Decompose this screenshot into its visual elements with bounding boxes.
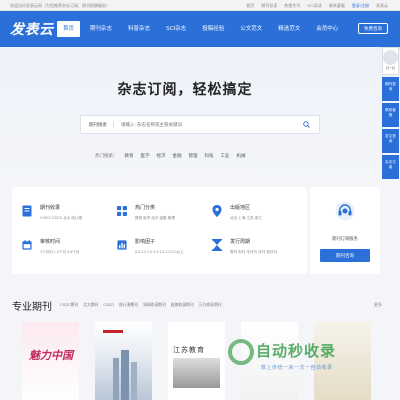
hot-item[interactable]: 机械: [237, 153, 246, 159]
feature-item[interactable]: 热门分类 教育 医学 经济 金融 管理: [117, 203, 212, 239]
hot-item[interactable]: 教育: [125, 153, 134, 159]
nav-item-journals[interactable]: 期刊杂志: [82, 11, 120, 47]
service-label: 期刊订阅服务: [332, 236, 358, 241]
chart-icon: [117, 240, 127, 250]
section-title: 专业期刊: [12, 302, 52, 313]
section-tab[interactable]: 万方收录期刊: [199, 303, 222, 308]
feature-title: 影响因子: [135, 239, 156, 245]
location-icon: [212, 205, 222, 217]
rail-button-journal[interactable]: 期刊咨询: [382, 77, 399, 101]
top-link-home[interactable]: 首页: [246, 0, 254, 11]
hot-item[interactable]: 管理: [189, 153, 198, 159]
cover-title: 江苏教育: [173, 346, 205, 354]
watermark-subtitle: 数上传统一来一次一自动收录: [261, 365, 333, 371]
rail-button-subscribe[interactable]: 杂志订阅: [382, 155, 399, 179]
app-link[interactable]: 发表云: [376, 0, 388, 11]
welcome-text: 欢迎访问发表云网（为您推荐杂志订阅、期刊投稿服务）: [10, 3, 110, 8]
journal-cover[interactable]: 江苏教育: [168, 322, 225, 400]
hero-banner: 杂志订阅，轻松搞定 期刊搜索 热门搜索： 教育 医学 经济 金融 管理 科技 工…: [0, 47, 400, 177]
nav-item-experience[interactable]: 投稿经验: [194, 11, 232, 47]
top-link-sci[interactable]: SCI导读: [307, 0, 322, 11]
service-avatar[interactable]: 扫一扫: [382, 47, 399, 75]
book-icon: [22, 205, 32, 217]
journal-consult-button[interactable]: 期刊咨询: [320, 249, 370, 262]
hot-item[interactable]: 经济: [157, 153, 166, 159]
nav-item-documents[interactable]: 公文范文: [232, 11, 270, 47]
feature-title: 发行周期: [230, 239, 251, 245]
hot-item[interactable]: 医学: [141, 153, 150, 159]
hot-label: 热门搜索：: [95, 153, 118, 158]
top-links: 首页 期刊导读 热搜专刊 SCI导读 联系客服 登录/注册 发表云: [246, 0, 388, 11]
feature-item[interactable]: 影响因子 0.5-1.0 1.0-1.5 1.5-2.0 2.0以上: [117, 237, 212, 273]
rail-button-publish[interactable]: 发文咨询: [382, 129, 399, 153]
rail-button-service[interactable]: 联系客服: [382, 103, 399, 127]
journal-cover[interactable]: 魅力中国: [22, 322, 79, 400]
more-link[interactable]: 更多: [374, 302, 382, 308]
feature-item[interactable]: 发行周期 周刊 旬刊 半月刊 月刊 双月刊: [212, 237, 307, 273]
site-logo[interactable]: 发表云: [10, 19, 54, 39]
section-tab[interactable]: 知网收录期刊: [143, 303, 166, 308]
hot-searches: 热门搜索： 教育 医学 经济 金融 管理 科技 工业 机械: [95, 153, 246, 159]
main-navigation: 发表云 首页 期刊杂志 科普杂志 SCI杂志 投稿经验 公文范文 精选范文 会员…: [0, 11, 400, 47]
search-icon[interactable]: [303, 121, 310, 128]
section-tab[interactable]: CSSC期刊: [60, 303, 78, 308]
feature-desc: 1个月内 1-3个月 3-6个月: [40, 250, 80, 254]
feature-panel: 期刊收录 CSSCI CSCD 北大 统计源 热门分类 教育 医学 经济 金融 …: [12, 187, 307, 274]
nav-item-sci[interactable]: SCI杂志: [158, 11, 194, 47]
nav-item-science[interactable]: 科普杂志: [120, 11, 158, 47]
section-header: 专业期刊 CSSC期刊 北大期刊 CSCD 统计源期刊 知网收录期刊 维普收录期…: [12, 298, 221, 313]
journal-cover[interactable]: [95, 322, 152, 400]
section-tabs: CSSC期刊 北大期刊 CSCD 统计源期刊 知网收录期刊 维普收录期刊 万方收…: [60, 303, 221, 308]
hot-item[interactable]: 金融: [173, 153, 182, 159]
calendar-icon: [22, 240, 32, 250]
feature-desc: 0.5-1.0 1.0-1.5 1.5-2.0 2.0以上: [135, 250, 184, 254]
feature-item[interactable]: 期刊收录 CSSCI CSCD 北大 统计源: [22, 203, 117, 239]
feature-title: 热门分类: [135, 205, 156, 211]
section-tab[interactable]: 维普收录期刊: [171, 303, 194, 308]
section-tab[interactable]: CSCD: [103, 303, 114, 308]
headset-icon: [335, 201, 355, 221]
feature-title: 审核时间: [40, 239, 61, 245]
avatar-caption: 扫一扫: [385, 66, 395, 70]
nav-item-selected[interactable]: 精选范文: [270, 11, 308, 47]
feature-desc: 周刊 旬刊 半月刊 月刊 双月刊: [230, 250, 278, 254]
feature-desc: 北京 上海 江苏 浙江: [230, 216, 262, 220]
feature-desc: 教育 医学 经济 金融 管理: [135, 216, 175, 220]
top-utility-bar: 欢迎访问发表云网（为您推荐杂志订阅、期刊投稿服务） 首页 期刊导读 热搜专刊 S…: [0, 0, 400, 11]
login-link[interactable]: 登录/注册: [352, 0, 369, 11]
search-box: 期刊搜索: [80, 115, 320, 134]
watermark-overlay: 自动秒收录 数上传统一来一次一自动收录: [226, 339, 386, 380]
hot-item[interactable]: 工业: [221, 153, 230, 159]
hourglass-icon: [212, 239, 222, 251]
feature-item[interactable]: 出版地区 北京 上海 江苏 浙江: [212, 203, 307, 239]
avatar-image: [383, 50, 398, 65]
feature-title: 出版地区: [230, 205, 251, 211]
cover-title: 魅力中国: [29, 350, 73, 362]
hot-item[interactable]: 科技: [205, 153, 214, 159]
section-tab[interactable]: 统计源期刊: [119, 303, 138, 308]
section-tab[interactable]: 北大期刊: [83, 303, 98, 308]
floating-side-rail: 扫一扫 期刊咨询 联系客服 发文咨询 杂志订阅: [380, 47, 400, 277]
service-card: 期刊订阅服务 期刊咨询: [310, 187, 380, 274]
watermark-ring: [228, 339, 254, 365]
nav-items: 首页 期刊杂志 科普杂志 SCI杂志 投稿经验 公文范文 精选范文 会员中心: [55, 11, 346, 47]
feature-item[interactable]: 审核时间 1个月内 1-3个月 3-6个月: [22, 237, 117, 273]
grid-icon: [117, 206, 127, 216]
consult-button[interactable]: 免费咨询: [358, 23, 388, 34]
nav-item-member[interactable]: 会员中心: [308, 11, 346, 47]
nav-item-home[interactable]: 首页: [57, 21, 81, 37]
search-input[interactable]: [121, 119, 291, 130]
watermark-title: 自动秒收录: [256, 343, 337, 360]
top-link-guide[interactable]: 期刊导读: [261, 0, 277, 11]
top-link-hot[interactable]: 热搜专刊: [284, 0, 300, 11]
feature-title: 期刊收录: [40, 205, 61, 211]
top-link-service[interactable]: 联系客服: [329, 0, 345, 11]
search-category[interactable]: 期刊搜索: [89, 116, 114, 133]
feature-desc: CSSCI CSCD 北大 统计源: [40, 216, 83, 220]
hero-slogan: 杂志订阅，轻松搞定: [117, 81, 253, 97]
